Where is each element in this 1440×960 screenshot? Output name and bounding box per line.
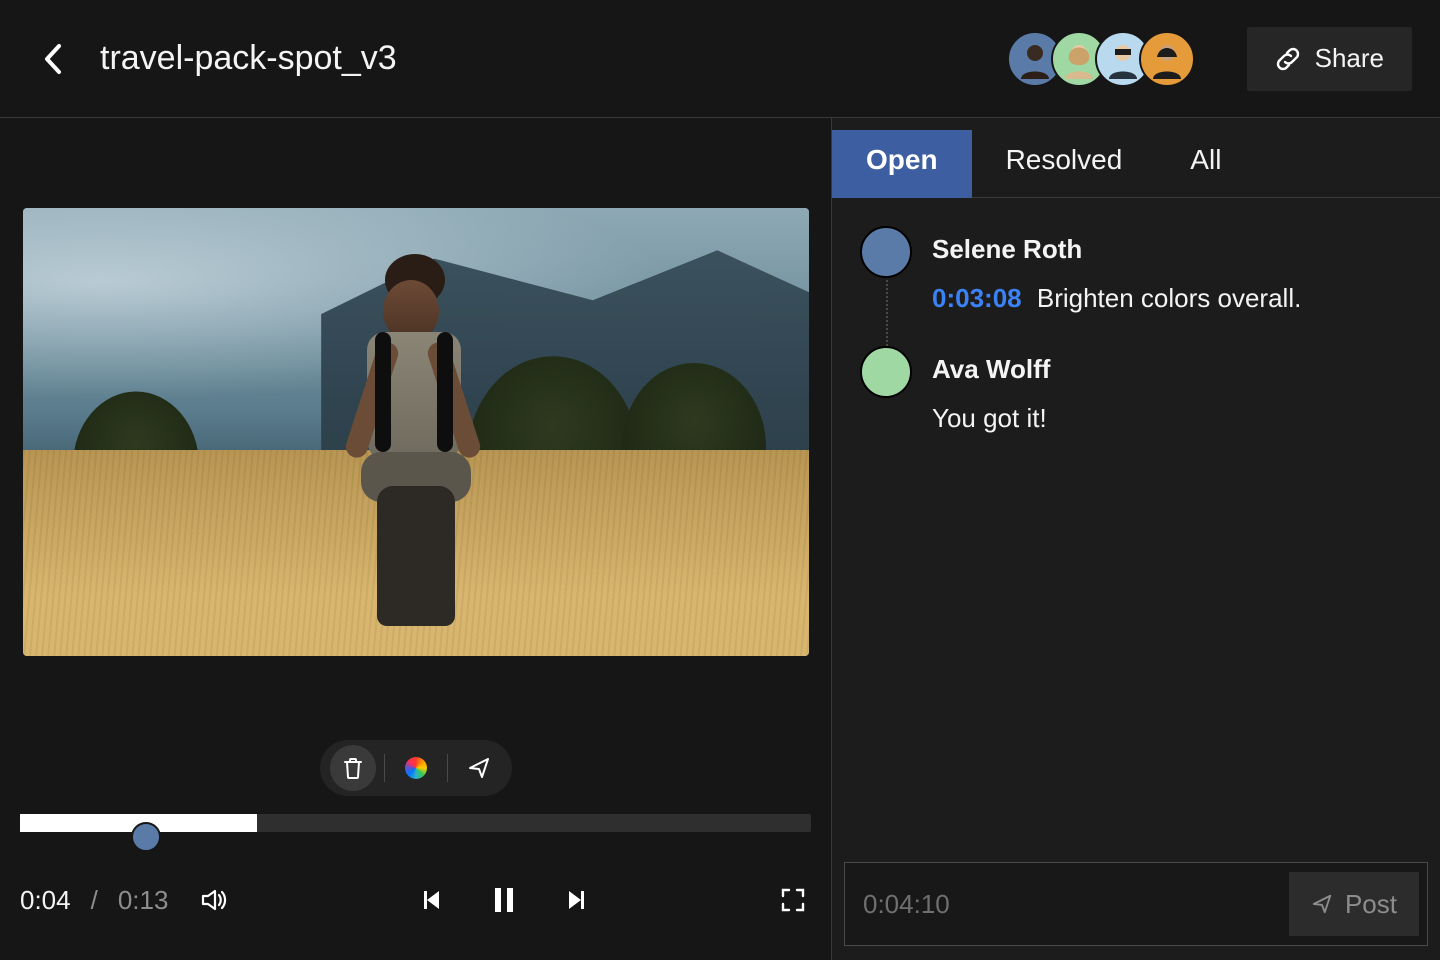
pause-button[interactable] (486, 882, 522, 918)
comment-composer[interactable]: 0:04:10 Post (844, 862, 1428, 946)
transport-bar: 0:04 / 0:13 (20, 858, 811, 942)
comment[interactable]: Selene Roth 0:03:08 Brighten colors over… (860, 226, 1412, 318)
fullscreen-button[interactable] (775, 882, 811, 918)
time-current: 0:04 (20, 885, 71, 916)
collaborator-avatars[interactable] (1007, 31, 1195, 87)
time-duration: 0:13 (118, 885, 169, 916)
time-separator: / (91, 885, 98, 916)
tab-open[interactable]: Open (832, 130, 972, 198)
trash-icon (342, 756, 364, 780)
fullscreen-icon (779, 886, 807, 914)
composer-input[interactable] (962, 889, 1277, 919)
comment-author: Selene Roth (932, 230, 1412, 269)
volume-button[interactable] (196, 882, 232, 918)
main: 0:04 / 0:13 (0, 118, 1440, 960)
tab-all[interactable]: All (1156, 130, 1255, 198)
link-icon (1275, 46, 1301, 72)
comment-text: Brighten colors overall. (1037, 283, 1301, 313)
comment[interactable]: Ava Wolff You got it! (860, 346, 1412, 438)
comment-author: Ava Wolff (932, 350, 1412, 389)
share-label: Share (1315, 43, 1384, 74)
avatar[interactable] (1139, 31, 1195, 87)
comment-timestamp[interactable]: 0:03:08 (932, 283, 1022, 313)
volume-icon (199, 885, 229, 915)
comment-avatar (860, 226, 912, 278)
color-picker-button[interactable] (393, 745, 439, 791)
scrubber-comment-marker[interactable] (131, 822, 161, 852)
send-annotation-button[interactable] (456, 745, 502, 791)
step-back-icon (421, 887, 447, 913)
thread-line (886, 280, 888, 346)
comment-list: Selene Roth 0:03:08 Brighten colors over… (832, 198, 1440, 862)
tab-resolved[interactable]: Resolved (972, 130, 1157, 198)
comment-tabs: Open Resolved All (832, 118, 1440, 198)
step-forward-button[interactable] (556, 882, 592, 918)
back-button[interactable] (28, 35, 76, 83)
paper-plane-icon (1311, 893, 1333, 915)
video-area: 0:04 / 0:13 (0, 118, 832, 960)
header: travel-pack-spot_v3 Share (0, 0, 1440, 118)
annotation-toolbar (320, 740, 512, 796)
video-frame[interactable] (23, 208, 809, 656)
file-title: travel-pack-spot_v3 (100, 39, 397, 78)
comment-avatar (860, 346, 912, 398)
paper-plane-icon (467, 756, 491, 780)
share-button[interactable]: Share (1247, 27, 1412, 91)
composer-timestamp: 0:04:10 (863, 889, 950, 920)
step-forward-icon (561, 887, 587, 913)
pause-icon (492, 886, 516, 914)
scrubber[interactable] (20, 814, 811, 832)
comment-text: You got it! (932, 403, 1047, 433)
color-wheel-icon (405, 757, 427, 779)
post-button[interactable]: Post (1289, 872, 1419, 936)
step-back-button[interactable] (416, 882, 452, 918)
chevron-left-icon (41, 42, 63, 76)
delete-annotation-button[interactable] (330, 745, 376, 791)
post-label: Post (1345, 889, 1397, 920)
comments-panel: Open Resolved All Selene Roth 0:03:08 Br… (832, 118, 1440, 960)
